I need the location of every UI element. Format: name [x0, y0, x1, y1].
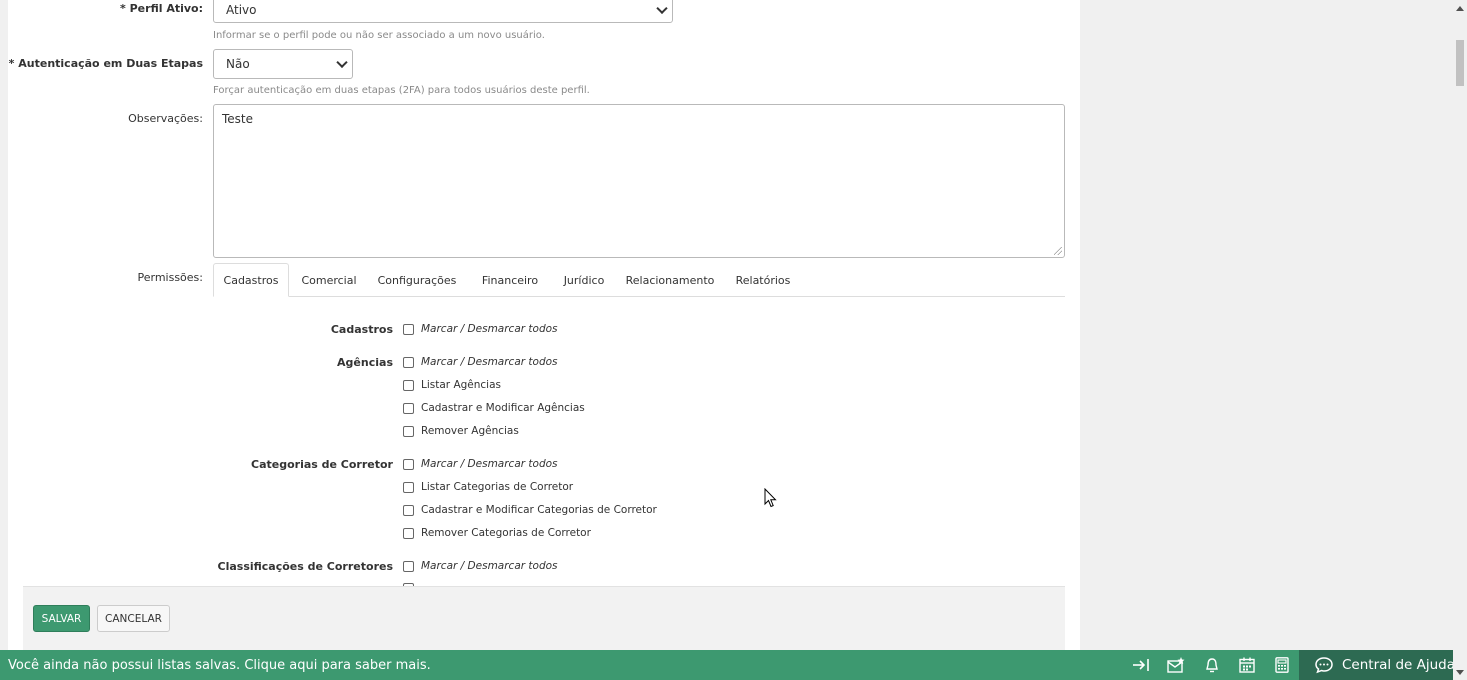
checkbox[interactable] [403, 323, 414, 335]
page-scrollbar[interactable] [1453, 0, 1467, 680]
help-center-button[interactable]: Central de Ajuda [1299, 650, 1460, 680]
dois-fatores-label: * Autenticação em Duas Etapas [8, 57, 203, 70]
checkbox[interactable] [403, 379, 414, 391]
perm-item-remover-categorias[interactable]: Remover Categorias de Corretor [403, 526, 591, 540]
perfil-ativo-label-text: Perfil Ativo: [129, 2, 203, 15]
tab-financeiro[interactable]: Financeiro [477, 263, 543, 297]
scroll-thumb[interactable] [1456, 40, 1464, 86]
perm-item-label: Marcar / Desmarcar todos [421, 323, 558, 335]
checkbox[interactable] [403, 504, 414, 516]
perm-item-label: Cadastrar e Modificar Agências [421, 402, 585, 414]
tab-relatorios[interactable]: Relatórios [730, 263, 796, 297]
tab-configuracoes[interactable]: Configurações [376, 263, 458, 297]
perm-item-cadastros-toggle-all[interactable]: Marcar / Desmarcar todos [403, 322, 558, 336]
required-mark: * [120, 2, 126, 15]
bell-icon[interactable] [1203, 657, 1221, 673]
perm-item-label: Listar Agências [421, 379, 502, 391]
form-actions-bar: SALVAR CANCELAR [23, 586, 1065, 650]
observacoes-textarea[interactable]: Teste [213, 104, 1065, 258]
calendar-icon[interactable] [1238, 657, 1256, 673]
perm-item-listar-agencias[interactable]: Listar Agências [403, 378, 501, 392]
tab-cadastros[interactable]: Cadastros [213, 263, 289, 297]
perm-item-cadastrar-agencias[interactable]: Cadastrar e Modificar Agências [403, 401, 585, 415]
save-button[interactable]: SALVAR [33, 605, 90, 632]
perm-item-label: Listar Categorias de Corretor [421, 481, 574, 493]
perm-item-label: Cadastrar e Modificar Categorias de Corr… [421, 504, 657, 516]
perm-item-classificacoes-toggle-all[interactable]: Marcar / Desmarcar todos [403, 559, 558, 573]
perm-item-label: Remover Agências [421, 425, 519, 437]
perm-item-label: Marcar / Desmarcar todos [421, 356, 558, 368]
cancel-button[interactable]: CANCELAR [97, 605, 170, 632]
perm-item-categorias-toggle-all[interactable]: Marcar / Desmarcar todos [403, 457, 558, 471]
bottom-status-bar: Você ainda não possui listas salvas. Cli… [0, 650, 1460, 680]
perm-group-cadastros: Cadastros [330, 323, 393, 336]
perm-group-classificacoes: Classificações de Corretores [217, 560, 394, 573]
tab-relacionamento[interactable]: Relacionamento [623, 263, 717, 297]
checkbox[interactable] [403, 425, 414, 437]
scroll-up-icon[interactable] [1456, 6, 1464, 11]
permissions-tabs: Cadastros Comercial Configurações Financ… [213, 263, 1065, 297]
checkbox[interactable] [403, 402, 414, 414]
form-panel: * Perfil Ativo: Ativo Informar se o perf… [8, 0, 1080, 650]
checkbox[interactable] [403, 481, 414, 493]
help-center-label: Central de Ajuda [1342, 657, 1455, 673]
perfil-ativo-select[interactable]: Ativo [213, 0, 673, 23]
dois-fatores-select[interactable]: Não [213, 49, 353, 79]
perm-item-label: Marcar / Desmarcar todos [421, 560, 558, 572]
chevron-down-icon [336, 56, 348, 69]
checkbox[interactable] [403, 527, 414, 539]
perfil-ativo-value: Ativo [226, 2, 257, 17]
permissoes-label: Permissões: [137, 271, 203, 284]
resize-grip-icon[interactable] [1054, 247, 1062, 255]
perm-item-label: Remover Categorias de Corretor [421, 527, 591, 539]
chevron-down-icon [656, 2, 668, 14]
checkbox[interactable] [403, 458, 414, 470]
observacoes-label: Observações: [128, 112, 203, 125]
perm-item-label: Marcar / Desmarcar todos [421, 458, 558, 470]
mouse-cursor-icon [764, 488, 777, 508]
perm-item-cadastrar-categorias[interactable]: Cadastrar e Modificar Categorias de Corr… [403, 503, 657, 517]
saved-lists-message[interactable]: Você ainda não possui listas salvas. Cli… [8, 650, 431, 680]
chat-icon [1315, 657, 1333, 674]
tab-comercial[interactable]: Comercial [294, 263, 364, 297]
favorite-mail-icon[interactable] [1167, 657, 1185, 673]
perm-item-listar-categorias[interactable]: Listar Categorias de Corretor [403, 480, 573, 494]
tab-juridico[interactable]: Jurídico [556, 263, 612, 297]
calculator-icon[interactable] [1273, 657, 1291, 673]
perm-item-remover-agencias[interactable]: Remover Agências [403, 424, 519, 438]
required-mark: * [8, 57, 15, 70]
dois-fatores-value: Não [226, 57, 250, 71]
scroll-down-icon[interactable] [1456, 670, 1464, 675]
perm-item-agencias-toggle-all[interactable]: Marcar / Desmarcar todos [403, 355, 558, 369]
collapse-right-icon[interactable] [1132, 657, 1150, 673]
observacoes-value: Teste [222, 112, 254, 126]
perfil-ativo-label: * Perfil Ativo: [8, 2, 203, 15]
dois-fatores-label-text: Autenticação em Duas Etapas [18, 57, 203, 70]
dois-fatores-help: Forçar autenticação em duas etapas (2FA)… [213, 85, 590, 96]
checkbox[interactable] [403, 560, 414, 572]
perm-group-categorias-corretor: Categorias de Corretor [251, 458, 393, 471]
perfil-ativo-help: Informar se o perfil pode ou não ser ass… [213, 30, 545, 41]
checkbox[interactable] [403, 356, 414, 368]
perm-group-agencias: Agências [337, 356, 393, 369]
